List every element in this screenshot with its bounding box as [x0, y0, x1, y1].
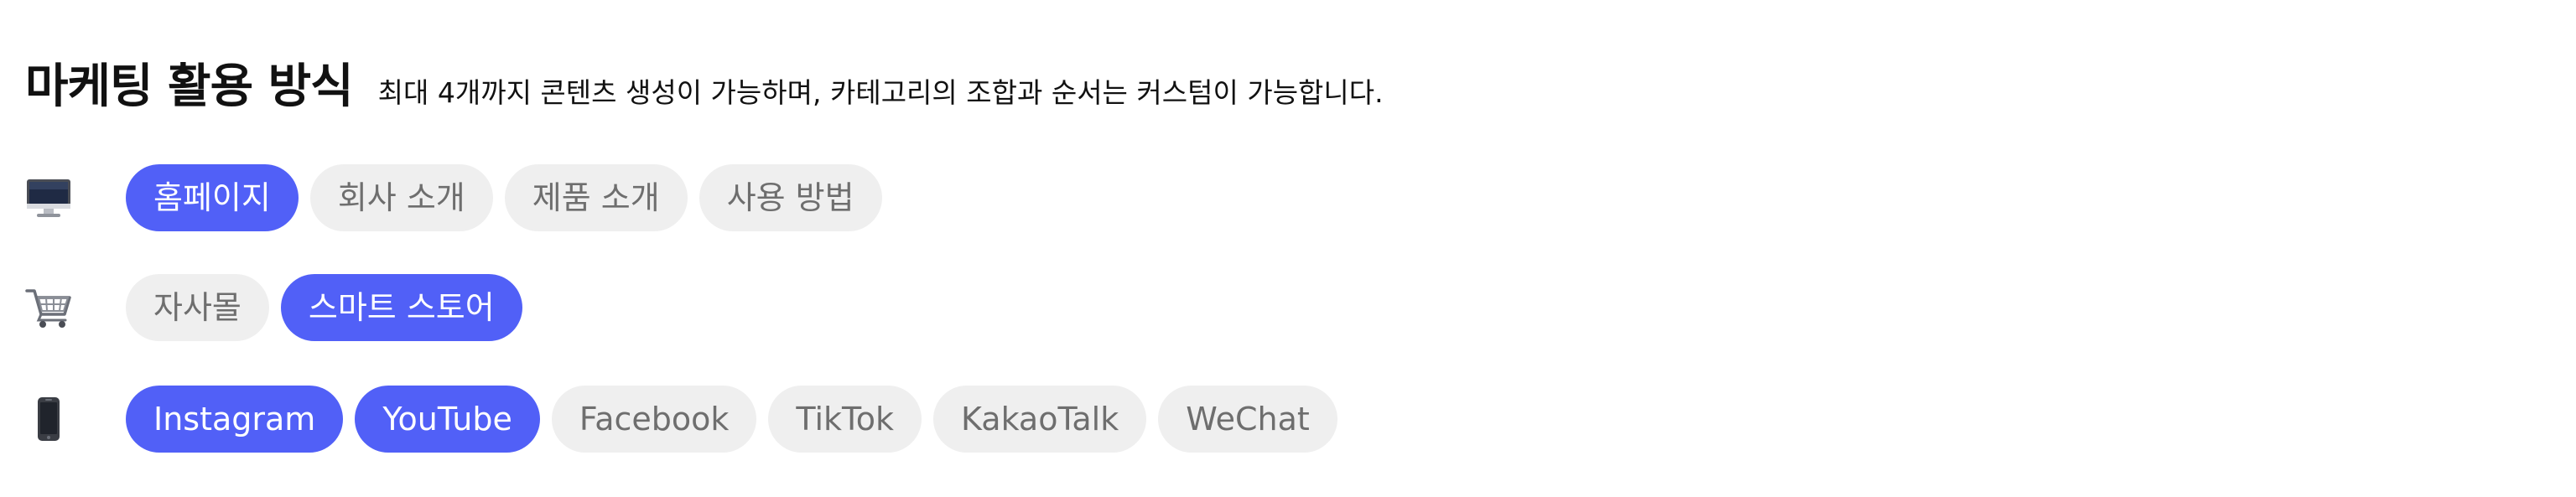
channel-row-social: Instagram YouTube Facebook TikTok KakaoT…: [25, 386, 1337, 453]
chip-product-intro[interactable]: 제품 소개: [504, 164, 688, 231]
chip-youtube[interactable]: YouTube: [355, 386, 540, 453]
chip-how-to-use[interactable]: 사용 방법: [699, 164, 882, 231]
chip-smart-store[interactable]: 스마트 스토어: [280, 274, 522, 341]
channel-row-website: 홈페이지 회사 소개 제품 소개 사용 방법: [25, 164, 882, 231]
channel-row-store: 자사몰 스마트 스토어: [25, 274, 522, 341]
section-header: 마케팅 활용 방식 최대 4개까지 콘텐츠 생성이 가능하며, 카테고리의 조합…: [25, 49, 1384, 116]
chip-homepage[interactable]: 홈페이지: [126, 164, 299, 231]
mobile-phone-icon: [25, 396, 126, 443]
chip-facebook[interactable]: Facebook: [551, 386, 757, 453]
chip-group-website: 홈페이지 회사 소개 제품 소개 사용 방법: [126, 164, 882, 231]
chip-tiktok[interactable]: TikTok: [768, 386, 922, 453]
chip-group-social: Instagram YouTube Facebook TikTok KakaoT…: [126, 386, 1337, 453]
chip-own-mall[interactable]: 자사몰: [126, 274, 269, 341]
section-description: 최대 4개까지 콘텐츠 생성이 가능하며, 카테고리의 조합과 순서는 커스텀이…: [377, 76, 1384, 109]
chip-instagram[interactable]: Instagram: [126, 386, 344, 453]
chip-group-store: 자사몰 스마트 스토어: [126, 274, 522, 341]
section-title: 마케팅 활용 방식: [25, 60, 354, 114]
marketing-usage-section: 마케팅 활용 방식 최대 4개까지 콘텐츠 생성이 가능하며, 카테고리의 조합…: [0, 0, 2576, 497]
chip-kakaotalk[interactable]: KakaoTalk: [933, 386, 1147, 453]
desktop-computer-icon: [25, 176, 126, 220]
chip-wechat[interactable]: WeChat: [1158, 386, 1337, 453]
chip-company-intro[interactable]: 회사 소개: [309, 164, 493, 231]
shopping-cart-icon: [25, 286, 126, 329]
